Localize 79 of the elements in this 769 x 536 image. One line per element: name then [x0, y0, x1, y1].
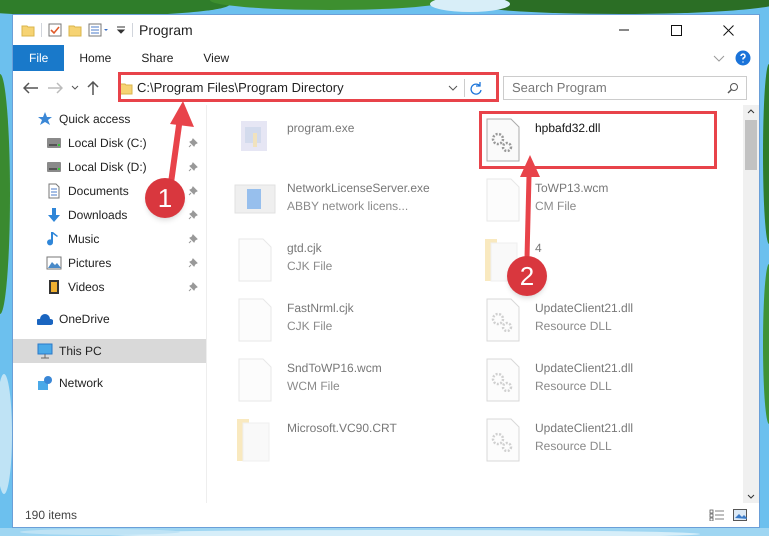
- file-name[interactable]: UpdateClient21.dll: [535, 299, 634, 317]
- folder-icon: [119, 81, 133, 95]
- sidebar-item[interactable]: Local Disk (D:): [46, 155, 147, 179]
- drive-icon: [46, 135, 62, 151]
- address-bar[interactable]: C:\Program Files\Program Directory: [115, 78, 487, 98]
- file-name[interactable]: ToWP13.wcm: [535, 179, 608, 197]
- large-icons-view-icon[interactable]: [733, 509, 747, 521]
- down-arrow-icon: [46, 207, 62, 223]
- sidebar-item[interactable]: Music: [46, 227, 100, 251]
- file-type: Resource DLL: [535, 438, 613, 455]
- drive-icon: [46, 159, 62, 175]
- file-name[interactable]: hpbafd32.dll: [535, 119, 600, 137]
- scroll-up-icon[interactable]: [747, 109, 755, 114]
- recent-locations-icon[interactable]: [71, 85, 79, 91]
- sidebar-item[interactable]: Quick access: [37, 107, 130, 131]
- film-icon: [46, 279, 62, 295]
- ribbon-tab[interactable]: View: [188, 45, 244, 71]
- file-tab[interactable]: File: [13, 45, 64, 71]
- file-type: CJK File: [287, 318, 334, 335]
- network-icon: [37, 375, 53, 391]
- item-count: 190 items: [25, 507, 78, 524]
- pin-icon[interactable]: [188, 282, 198, 292]
- file-name[interactable]: SndToWP16.wcm: [287, 359, 382, 377]
- star-icon: [37, 111, 53, 127]
- picture-frame-icon: [46, 255, 62, 271]
- sidebar-item[interactable]: Downloads: [46, 203, 128, 227]
- refresh-icon[interactable]: [469, 81, 483, 95]
- ribbon-tab[interactable]: Home: [64, 45, 126, 71]
- details-view-icon[interactable]: [709, 509, 725, 521]
- file-name[interactable]: NetworkLicenseServer.exe: [287, 179, 430, 197]
- sidebar-item[interactable]: Local Disk (C:): [46, 131, 147, 155]
- maximize-icon[interactable]: [670, 24, 682, 36]
- file-name[interactable]: FastNrml.cjk: [287, 299, 354, 317]
- pin-icon[interactable]: [188, 186, 198, 196]
- monitor-icon: [37, 343, 53, 359]
- customize-icon[interactable]: [116, 26, 126, 34]
- sidebar-item[interactable]: Videos: [46, 275, 104, 299]
- file-type: CM File: [535, 198, 578, 215]
- address-path: C:\Program Files\Program Directory: [137, 80, 344, 96]
- expand-ribbon-icon[interactable]: [713, 54, 725, 62]
- ribbon-tab[interactable]: Share: [126, 45, 188, 71]
- search-icon: [727, 82, 739, 94]
- file-name[interactable]: UpdateClient21.dll: [535, 359, 634, 377]
- sidebar-item[interactable]: OneDrive: [37, 307, 110, 331]
- help-icon[interactable]: [735, 50, 751, 66]
- folder-icon: [21, 23, 35, 37]
- file-type: CJK File: [287, 258, 332, 275]
- file-type: ABBY network licens...: [287, 198, 410, 215]
- search-field[interactable]: Search Program: [503, 76, 747, 100]
- properties-icon[interactable]: [88, 23, 110, 37]
- scroll-thumb[interactable]: [745, 120, 757, 170]
- close-icon[interactable]: [722, 24, 734, 36]
- file-name[interactable]: UpdateClient21.dll: [535, 419, 634, 437]
- document-icon: [46, 183, 62, 199]
- file-type: Resource DLL: [535, 378, 613, 395]
- pin-icon[interactable]: [188, 162, 198, 172]
- file-name[interactable]: 4: [535, 239, 542, 257]
- cloud-icon: [37, 311, 53, 327]
- scroll-down-icon[interactable]: [747, 494, 755, 499]
- sidebar-item[interactable]: Pictures: [46, 251, 112, 275]
- sidebar-item[interactable]: This PC: [13, 339, 206, 363]
- file-name[interactable]: gtd.cjk: [287, 239, 332, 257]
- back-icon[interactable]: [23, 82, 39, 94]
- file-name[interactable]: program.exe: [287, 119, 354, 137]
- sidebar-item[interactable]: Documents: [46, 179, 129, 203]
- sidebar-item[interactable]: Network: [37, 371, 104, 395]
- file-name[interactable]: Microsoft.VC90.CRT: [287, 419, 397, 437]
- minimize-icon[interactable]: [619, 29, 629, 31]
- pin-icon[interactable]: [188, 138, 198, 148]
- scrollbar[interactable]: [743, 105, 759, 503]
- dropdown-icon[interactable]: [448, 85, 458, 91]
- file-type: WCM File: [287, 378, 341, 395]
- window-title: Program: [139, 20, 193, 40]
- up-icon[interactable]: [87, 81, 99, 95]
- checkmark-icon[interactable]: [48, 23, 62, 37]
- pin-icon[interactable]: [188, 234, 198, 244]
- pin-icon[interactable]: [188, 210, 198, 220]
- pin-icon[interactable]: [188, 258, 198, 268]
- file-type: Resource DLL: [535, 318, 613, 335]
